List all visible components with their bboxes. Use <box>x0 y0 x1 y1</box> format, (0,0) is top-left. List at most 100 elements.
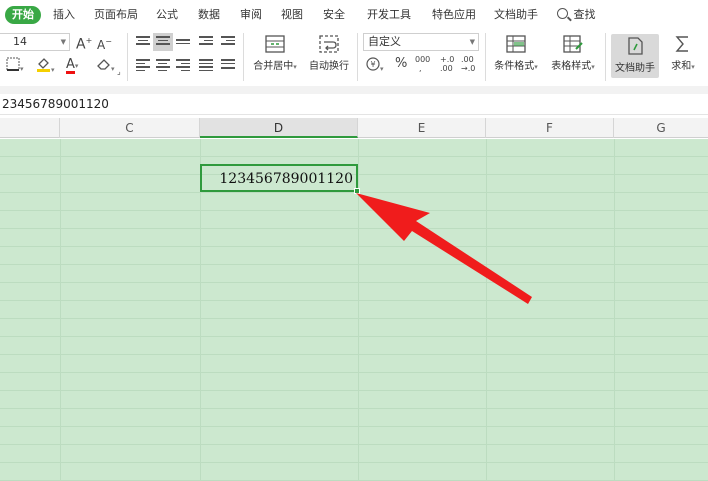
align-left-icon[interactable] <box>136 59 150 71</box>
autosum-button[interactable]: 求和▾ <box>665 34 701 72</box>
chevron-down-icon: ▾ <box>293 63 297 71</box>
paint-bucket-icon <box>37 58 50 72</box>
tab-data[interactable]: 数据 <box>198 6 220 24</box>
increase-font-glyph: A <box>76 36 86 53</box>
conditional-format-button[interactable]: 条件格式▾ <box>491 34 541 72</box>
distributed-align-icon[interactable] <box>221 59 235 71</box>
tab-insert[interactable]: 插入 <box>53 6 75 24</box>
font-size-value: 14 <box>13 35 27 48</box>
chevron-down-icon: ▾ <box>111 65 115 73</box>
red-arrow-annotation <box>356 193 532 304</box>
tab-developer[interactable]: 开发工具 <box>367 6 411 24</box>
wrap-text-icon <box>319 35 339 53</box>
ribbon-divider <box>357 33 358 81</box>
column-header-c[interactable]: C <box>60 118 200 138</box>
currency-icon: ¥ <box>366 57 380 71</box>
conditional-format-label: 条件格式 <box>494 61 535 72</box>
tab-doc-helper[interactable]: 文档助手 <box>494 6 538 24</box>
table-style-icon <box>563 35 583 53</box>
percent-format-button[interactable]: % <box>395 56 407 72</box>
merge-center-label: 合并居中 <box>253 61 294 72</box>
ribbon-divider <box>605 33 606 81</box>
fill-color-button[interactable]: ▾ <box>36 57 55 78</box>
font-size-select[interactable]: 14 ▼ <box>0 33 70 51</box>
search-button[interactable]: 查找 <box>557 6 596 24</box>
font-color-button[interactable]: A▾ <box>66 56 78 74</box>
column-header-d[interactable]: D <box>200 118 358 138</box>
column-header-e[interactable]: E <box>358 118 486 138</box>
doc-helper-button[interactable]: 文档助手 <box>611 34 659 78</box>
align-top-icon[interactable] <box>136 36 150 48</box>
currency-format-button[interactable]: ¥ ▾ <box>366 57 384 77</box>
tab-review[interactable]: 审阅 <box>240 6 262 24</box>
align-middle-icon[interactable] <box>153 33 173 51</box>
column-header-f[interactable]: F <box>486 118 614 138</box>
ribbon-divider <box>485 33 486 81</box>
chevron-down-icon: ▾ <box>534 63 538 71</box>
chevron-down-icon: ▾ <box>591 63 595 71</box>
align-bottom-icon[interactable] <box>176 36 190 48</box>
increase-indent-icon[interactable] <box>221 36 235 48</box>
chevron-down-icon: ▾ <box>51 66 55 74</box>
ribbon-divider <box>243 33 244 81</box>
menu-bar: 开始 插入 页面布局 公式 数据 审阅 视图 安全 开发工具 特色应用 文档助手… <box>0 0 708 30</box>
cell-value: 123456789001120 <box>219 171 353 187</box>
chevron-down-icon: ▾ <box>691 63 695 71</box>
conditional-format-icon <box>506 35 526 53</box>
svg-text:¥: ¥ <box>370 60 375 69</box>
ribbon-divider <box>127 33 128 81</box>
autosum-label: 求和 <box>671 61 692 72</box>
chevron-down-icon: ▾ <box>74 62 79 70</box>
column-header-g[interactable]: G <box>614 118 708 138</box>
justify-icon[interactable] <box>199 59 213 71</box>
ribbon-toolbar: 14 ▼ A+ A− ▾ ▾ A▾ ▾ ⌟ 合并居中▾ 自动换行 自定义 ▼ ¥… <box>0 30 708 86</box>
merge-center-button[interactable]: 合并居中▾ <box>250 34 300 72</box>
table-style-label: 表格样式 <box>551 61 592 72</box>
align-right-icon[interactable] <box>176 59 190 71</box>
border-icon <box>6 57 20 71</box>
doc-helper-icon <box>628 37 643 55</box>
tab-home[interactable]: 开始 <box>5 6 41 24</box>
table-style-button[interactable]: 表格样式▾ <box>548 34 598 72</box>
clear-format-button[interactable]: ▾ <box>96 57 115 77</box>
decrease-font-size-button[interactable]: A− <box>97 34 112 53</box>
chevron-down-icon: ▾ <box>20 65 24 73</box>
font-color-glyph: A <box>66 57 75 74</box>
formula-bar[interactable]: 23456789001120 <box>0 94 708 115</box>
borders-button[interactable]: ▾ <box>6 57 24 77</box>
gridline <box>614 139 615 481</box>
formula-input[interactable]: 23456789001120 <box>2 97 109 111</box>
column-header-b[interactable] <box>0 118 60 138</box>
doc-helper-label: 文档助手 <box>615 63 655 74</box>
decrease-font-glyph: A <box>97 38 106 52</box>
search-label: 查找 <box>573 8 596 21</box>
chevron-down-icon: ▼ <box>60 38 66 46</box>
toolbar-gap <box>0 86 708 94</box>
merge-cells-icon <box>265 35 285 53</box>
tab-special-apps[interactable]: 特色应用 <box>432 6 476 24</box>
wrap-text-label: 自动换行 <box>309 61 349 72</box>
font-settings-launcher[interactable]: ⌟ <box>117 64 121 80</box>
wrap-text-button[interactable]: 自动换行 <box>307 34 351 72</box>
increase-font-size-button[interactable]: A+ <box>76 33 92 53</box>
increase-decimal-button[interactable]: +.0 .00 <box>440 55 454 73</box>
decrease-indent-icon[interactable] <box>199 36 213 48</box>
gridline <box>60 139 61 481</box>
eraser-icon <box>97 59 110 70</box>
number-format-select[interactable]: 自定义 ▼ <box>363 33 479 51</box>
sigma-icon <box>675 36 688 52</box>
search-icon <box>557 8 568 19</box>
thousands-separator-button[interactable]: 000, <box>415 55 430 73</box>
chevron-down-icon: ▾ <box>380 65 384 73</box>
chevron-down-icon: ▼ <box>469 38 475 46</box>
active-cell-d[interactable]: 123456789001120 <box>200 164 360 194</box>
tab-page-layout[interactable]: 页面布局 <box>94 6 138 24</box>
decrease-decimal-button[interactable]: .00 →.0 <box>461 55 475 73</box>
thousands-glyph: 000 <box>415 55 431 64</box>
column-header-row: C D E F G <box>0 118 708 138</box>
tab-security[interactable]: 安全 <box>323 6 345 24</box>
align-center-icon[interactable] <box>156 59 170 71</box>
number-format-value: 自定义 <box>368 35 401 48</box>
tab-formulas[interactable]: 公式 <box>156 6 178 24</box>
tab-view[interactable]: 视图 <box>281 6 303 24</box>
